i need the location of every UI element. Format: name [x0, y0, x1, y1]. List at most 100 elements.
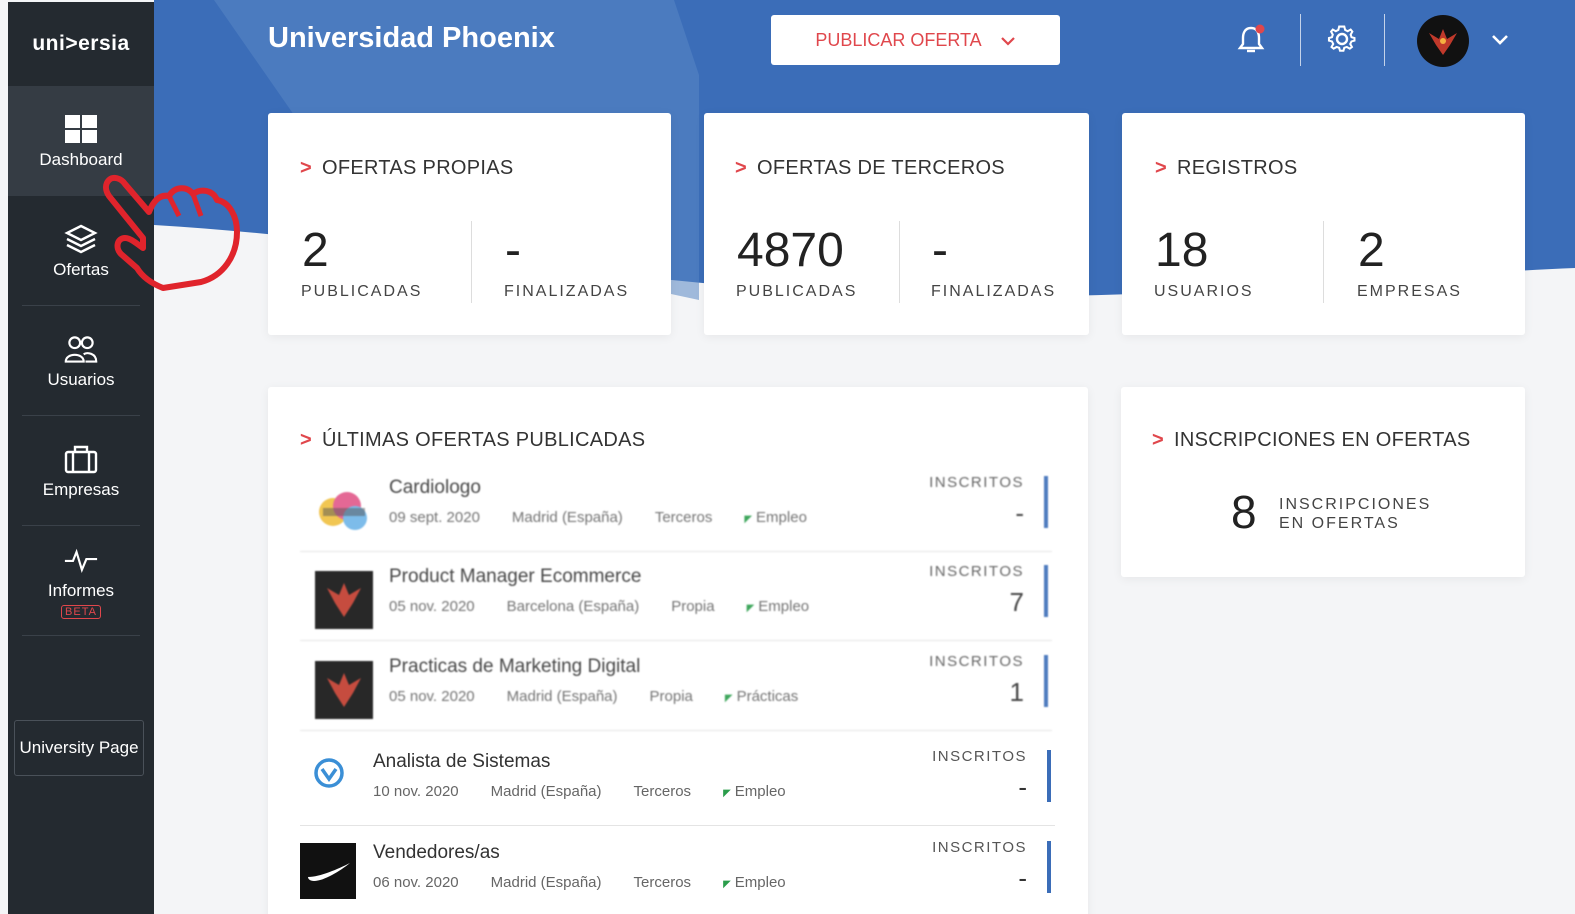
sidebar-item-informes[interactable]: Informes BETA: [22, 526, 140, 636]
card-title: ÚLTIMAS OFERTAS PUBLICADAS: [321, 429, 646, 451]
inscritos-bar: [1047, 841, 1051, 893]
divider: [1323, 221, 1324, 303]
layers-icon: [64, 222, 98, 256]
offer-origin: Terceros: [633, 874, 692, 891]
offer-type: Empleo: [744, 509, 807, 526]
registros-card[interactable]: > REGISTROS 18 USUARIOS 2 EMPRESAS: [1122, 113, 1525, 335]
pointing-hand-icon: [103, 172, 245, 297]
inscriptions-label: INSCRIPCIONES EN OFERTAS: [1279, 495, 1431, 533]
divider: [471, 221, 472, 303]
briefcase-icon: [64, 442, 98, 476]
card-title: OFERTAS DE TERCEROS: [756, 157, 1005, 179]
offer-date: 09 sept. 2020: [389, 509, 480, 526]
inscripciones-card[interactable]: > INSCRIPCIONES EN OFERTAS 8 INSCRIPCIONE…: [1121, 387, 1525, 577]
gear-icon[interactable]: [1322, 20, 1362, 60]
company-logo: [300, 843, 356, 899]
list-item[interactable]: Analista de Sistemas 10 nov. 2020 Madrid…: [300, 738, 1055, 826]
offer-origin: Terceros: [654, 509, 713, 526]
users-label: USUARIOS: [1154, 283, 1254, 300]
publish-offer-label: PUBLICAR OFERTA: [815, 29, 982, 50]
arrow-icon: >: [300, 429, 312, 451]
offer-type: Empleo: [723, 874, 786, 891]
users-icon: [64, 332, 98, 366]
inscritos-label: INSCRITOS: [929, 474, 1024, 491]
companies-label: EMPRESAS: [1357, 283, 1462, 300]
sidebar-item-label: Informes: [47, 580, 115, 600]
inscritos-bar: [1044, 655, 1048, 707]
dashboard-icon: [64, 112, 98, 146]
list-item[interactable]: Vendedores/as 06 nov. 2020 Madrid (Españ…: [300, 829, 1055, 914]
divider: [899, 221, 900, 303]
page-title: Universidad Phoenix: [268, 22, 555, 54]
list-item[interactable]: Cardiologo 09 sept. 2020 Madrid (España)…: [300, 464, 1052, 552]
sidebar: uni>ersia Dashboard Ofertas Usuarios Emp…: [8, 2, 154, 914]
published-label: PUBLICADAS: [301, 283, 423, 300]
offer-title: Product Manager Ecommerce: [389, 566, 642, 587]
header-divider: [1384, 14, 1385, 66]
arrow-icon: >: [1155, 157, 1167, 179]
published-count: 2: [302, 224, 329, 277]
offer-origin: Propia: [649, 688, 693, 705]
arrow-icon: >: [735, 157, 747, 179]
offer-meta: 05 nov. 2020 Madrid (España) Propia Prác…: [389, 688, 798, 705]
offer-date: 10 nov. 2020: [373, 783, 459, 800]
inscriptions-count: 8: [1231, 486, 1257, 538]
offer-title: Practicas de Marketing Digital: [389, 656, 641, 677]
offer-title: Analista de Sistemas: [373, 751, 551, 772]
sidebar-item-usuarios[interactable]: Usuarios: [22, 306, 140, 416]
finished-label: FINALIZADAS: [931, 283, 1057, 300]
ofertas-propias-card[interactable]: > OFERTAS PROPIAS 2 PUBLICADAS - FINALIZA…: [268, 113, 671, 335]
avatar[interactable]: [1417, 15, 1469, 67]
offer-location: Madrid (España): [506, 688, 618, 705]
inscritos-value: 1: [1009, 677, 1024, 707]
ofertas-terceros-card[interactable]: > OFERTAS DE TERCEROS 4870 PUBLICADAS - F…: [704, 113, 1089, 335]
company-logo: [315, 571, 373, 629]
list-item[interactable]: Product Manager Ecommerce 05 nov. 2020 B…: [300, 553, 1052, 641]
sidebar-item-label: Empresas: [42, 479, 120, 499]
offer-location: Madrid (España): [511, 509, 623, 526]
logo: uni>ersia: [32, 32, 130, 55]
sidebar-item-label: Usuarios: [47, 369, 115, 389]
university-page-button[interactable]: University Page: [14, 720, 144, 776]
chevron-down-icon: [1000, 30, 1016, 51]
inscritos-value: -: [1018, 863, 1027, 893]
offer-date: 06 nov. 2020: [373, 874, 459, 891]
offer-date: 05 nov. 2020: [389, 688, 475, 705]
offer-type: Empleo: [747, 598, 809, 615]
offer-meta: 10 nov. 2020 Madrid (España) Terceros Em…: [373, 783, 786, 800]
offer-meta: 06 nov. 2020 Madrid (España) Terceros Em…: [373, 874, 786, 891]
inscritos-label: INSCRITOS: [932, 748, 1027, 765]
inscritos-bar: [1044, 565, 1048, 617]
inscriptions-label-line2: EN OFERTAS: [1279, 515, 1400, 532]
offer-location: Barcelona (España): [506, 598, 640, 615]
offer-type: Empleo: [723, 783, 786, 800]
inscritos-label: INSCRITOS: [929, 563, 1024, 580]
arrow-icon: >: [300, 157, 312, 179]
offer-meta: 09 sept. 2020 Madrid (España) Terceros E…: [389, 509, 807, 526]
offer-title: Cardiologo: [389, 477, 481, 498]
list-item[interactable]: Practicas de Marketing Digital 05 nov. 2…: [300, 643, 1052, 731]
sidebar-item-empresas[interactable]: Empresas: [22, 416, 140, 526]
arrow-icon: >: [1152, 429, 1164, 451]
users-count: 18: [1155, 224, 1209, 277]
company-logo: [315, 482, 373, 540]
inscritos-bar: [1047, 750, 1051, 802]
offer-title: Vendedores/as: [373, 842, 500, 863]
inscriptions-label-line1: INSCRIPCIONES: [1279, 496, 1432, 513]
published-label: PUBLICADAS: [736, 283, 858, 300]
offer-type: Prácticas: [725, 688, 799, 705]
offer-meta: 05 nov. 2020 Barcelona (España) Propia E…: [389, 598, 809, 615]
beta-badge: BETA: [61, 604, 101, 619]
chevron-down-icon[interactable]: [1480, 20, 1520, 60]
published-count: 4870: [737, 224, 844, 277]
finished-label: FINALIZADAS: [504, 283, 630, 300]
pulse-icon: [64, 543, 98, 577]
bell-icon[interactable]: [1231, 20, 1271, 60]
inscritos-label: INSCRITOS: [929, 653, 1024, 670]
sidebar-item-label: Ofertas: [53, 259, 109, 279]
card-title: REGISTROS: [1176, 157, 1298, 179]
card-title: OFERTAS PROPIAS: [321, 157, 514, 179]
publish-offer-button[interactable]: PUBLICAR OFERTA: [771, 15, 1060, 65]
header-divider: [1300, 14, 1301, 66]
sidebar-item-label: Dashboard: [39, 150, 123, 169]
